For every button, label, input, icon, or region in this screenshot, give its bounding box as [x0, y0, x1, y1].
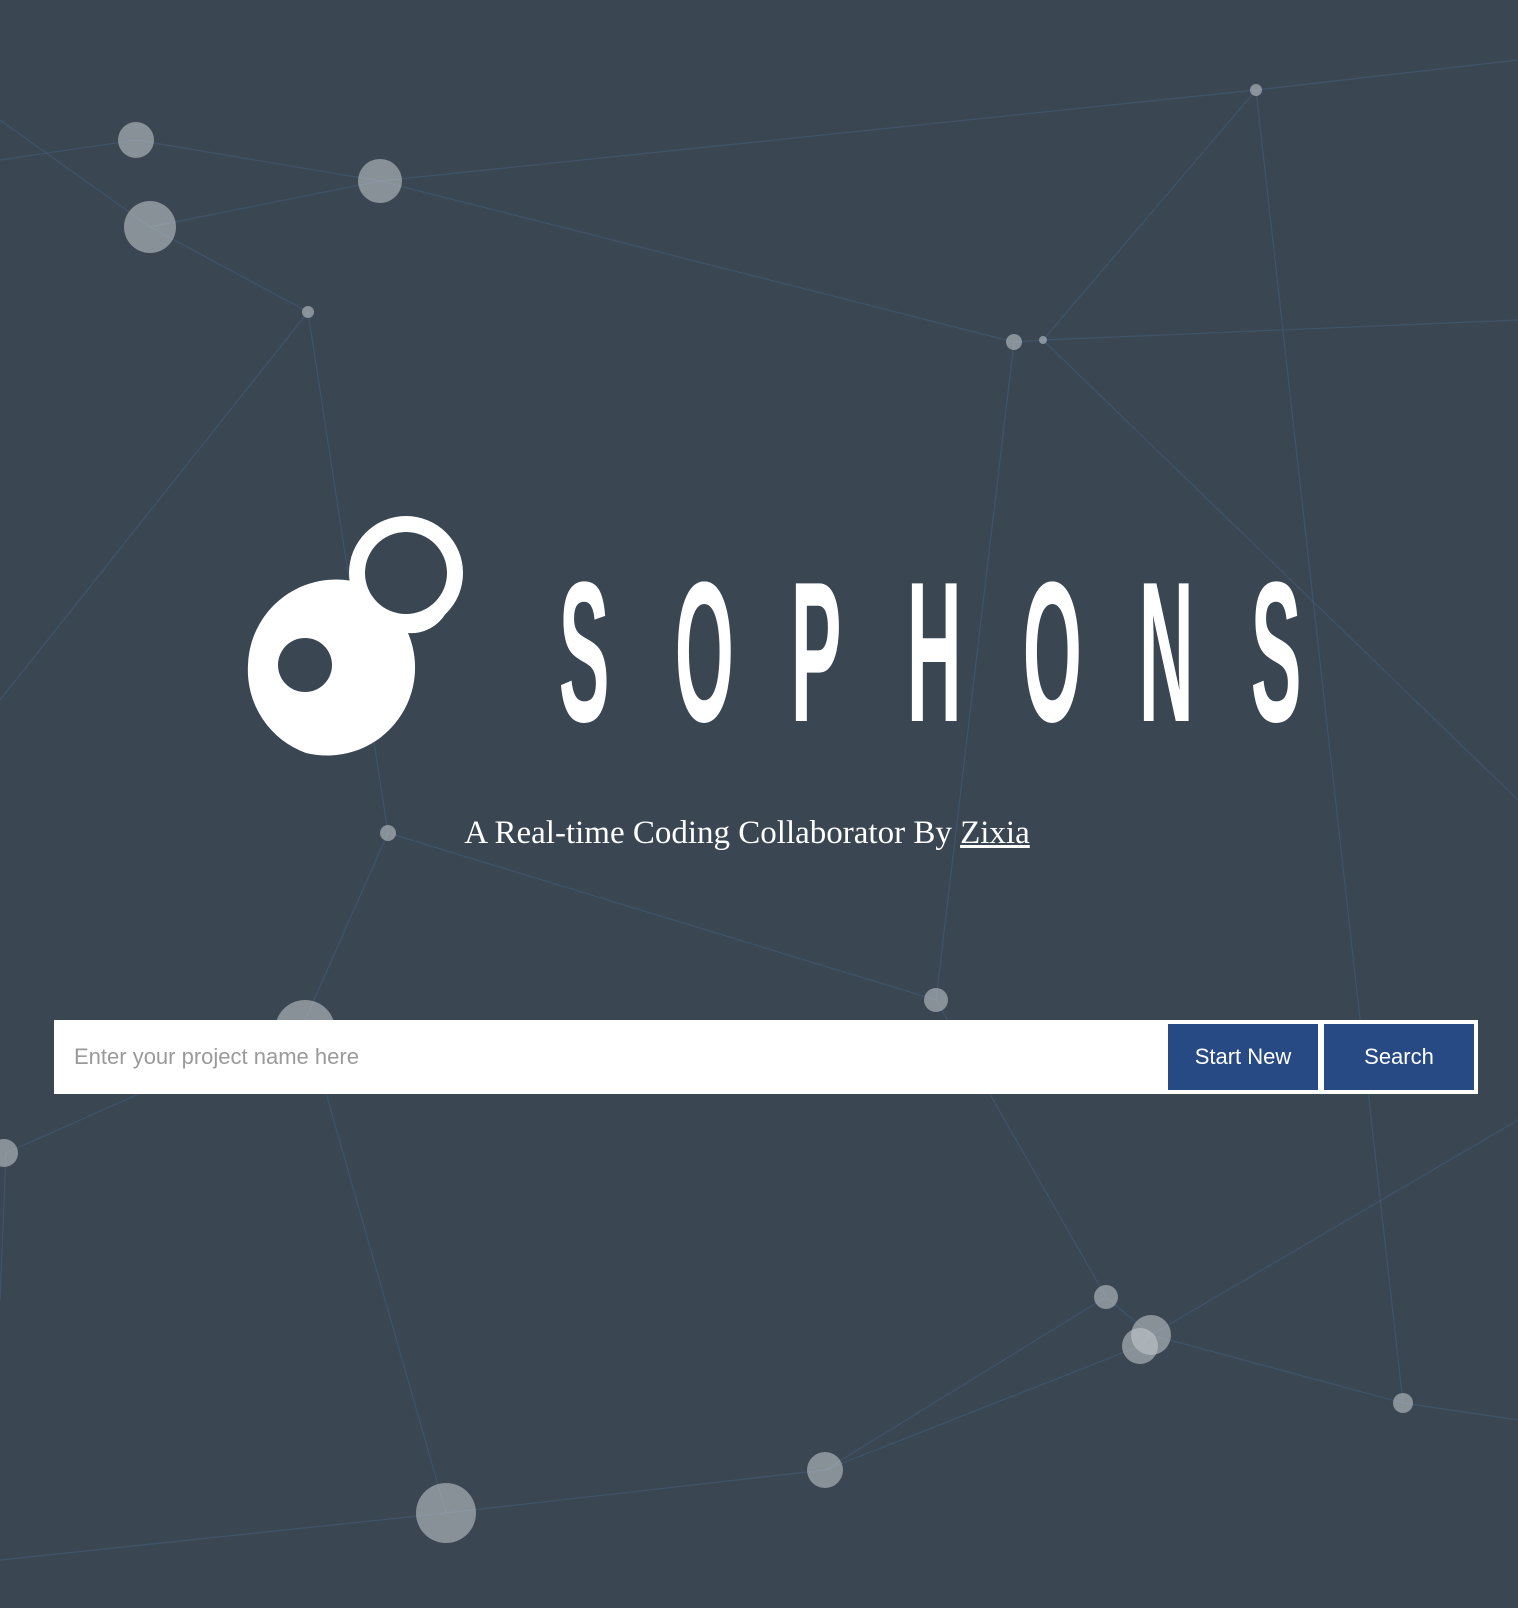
wordmark-letter: P [790, 541, 842, 764]
project-name-input[interactable] [54, 1020, 1166, 1094]
wordmark-letter: S [558, 541, 610, 764]
wordmark-letter: O [674, 541, 734, 764]
particle-network-background [0, 59, 1518, 1561]
wordmark-letter: N [1138, 541, 1194, 764]
network-links [0, 59, 1518, 1561]
wordmark-letter: H [906, 541, 962, 764]
network-nodes [0, 84, 1413, 1543]
sophon-icon-ring-inner [365, 532, 447, 614]
start-new-button[interactable]: Start New [1168, 1024, 1318, 1090]
landing-page: S O P H O N S A Real-time Coding Collabo… [0, 0, 1518, 1608]
search-button[interactable]: Search [1324, 1024, 1474, 1090]
wordmark-letter: O [1022, 541, 1082, 764]
tagline: A Real-time Coding Collaborator By Zixia [0, 815, 1518, 852]
author-link[interactable]: Zixia [960, 815, 1030, 851]
tagline-text: A Real-time Coding Collaborator By [464, 815, 961, 851]
tagline-inner: A Real-time Coding Collaborator By Zixia [464, 815, 1030, 851]
sophon-icon-big-hole [278, 638, 332, 692]
project-search-bar: Start New Search [54, 1020, 1478, 1094]
wordmark-letter: S [1250, 541, 1302, 764]
